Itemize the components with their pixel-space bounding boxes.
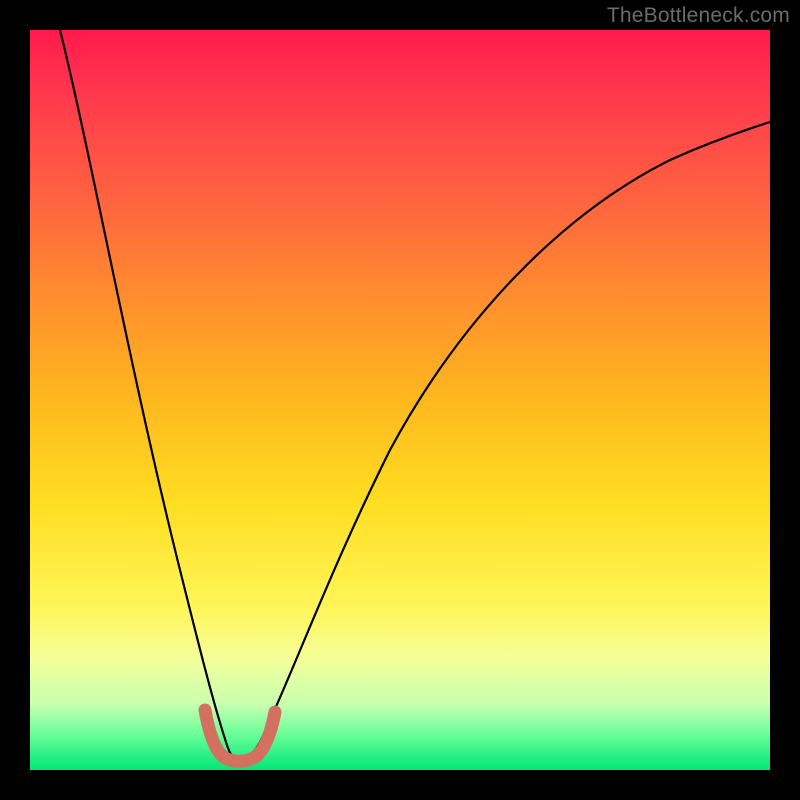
curve-layer	[30, 30, 770, 770]
chart-frame: TheBottleneck.com	[0, 0, 800, 800]
valley-highlight	[205, 710, 275, 761]
plot-area	[30, 30, 770, 770]
watermark-text: TheBottleneck.com	[607, 4, 790, 28]
bottleneck-curve	[60, 30, 770, 760]
